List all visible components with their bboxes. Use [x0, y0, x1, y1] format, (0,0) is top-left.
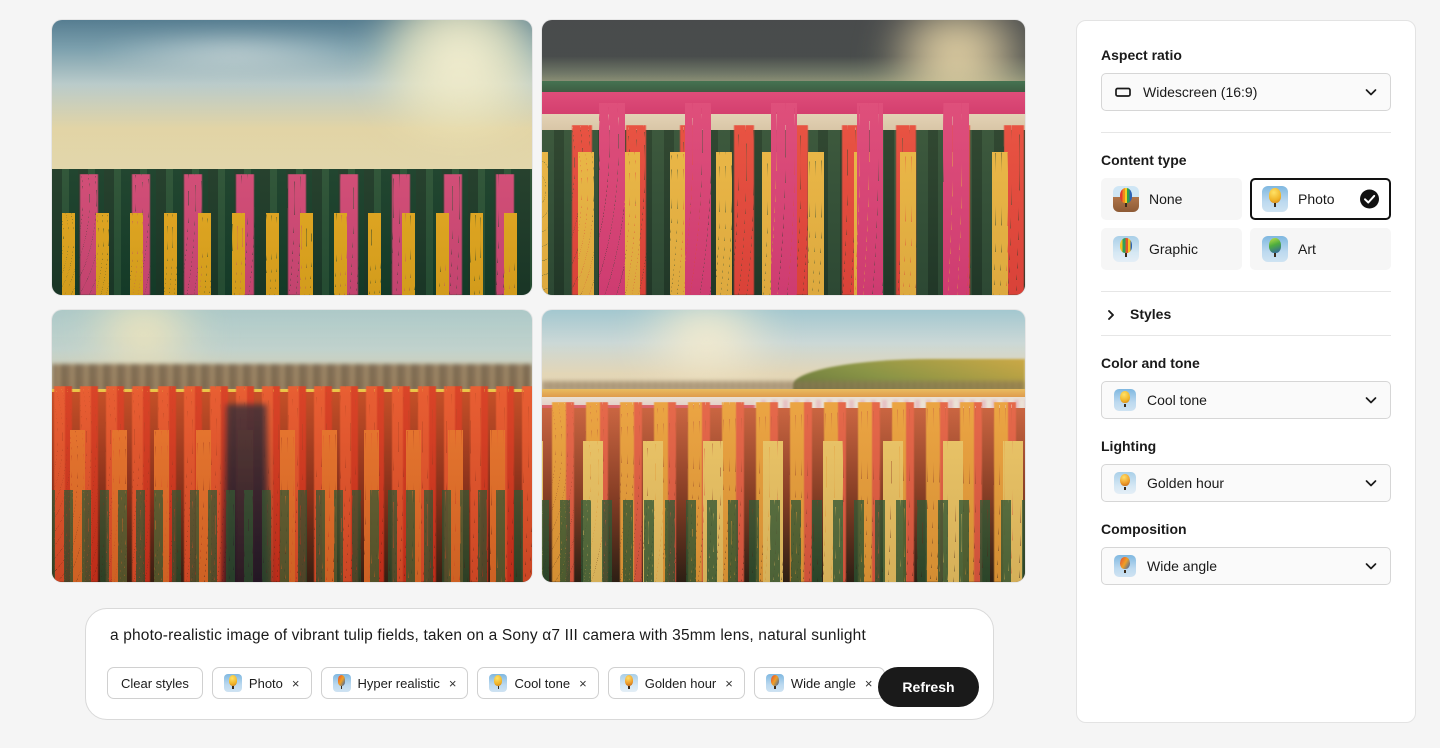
balloon-golden-hour-icon — [619, 674, 638, 692]
result-image-3-art — [52, 310, 532, 582]
result-image-4-art — [542, 310, 1025, 582]
color-and-tone-title: Color and tone — [1101, 355, 1200, 371]
chevron-right-icon — [1105, 308, 1117, 320]
content-type-option-graphic[interactable]: Graphic — [1101, 228, 1242, 270]
lighting-select[interactable]: Golden hour — [1101, 464, 1391, 502]
balloon-golden-hour-icon — [1114, 472, 1136, 494]
clear-styles-button[interactable]: Clear styles — [107, 667, 203, 699]
chevron-down-icon — [1364, 476, 1378, 490]
balloon-graphic-icon — [1113, 236, 1139, 262]
lighting-title: Lighting — [1101, 438, 1157, 454]
prompt-input[interactable]: a photo-realistic image of vibrant tulip… — [110, 627, 866, 645]
remove-style-photo-icon[interactable]: × — [292, 677, 300, 690]
aspect-ratio-value: Widescreen (16:9) — [1143, 84, 1258, 100]
content-type-option-none-label: None — [1149, 191, 1183, 207]
balloon-hyper-realistic-icon — [332, 674, 351, 692]
check-circle-icon — [1360, 189, 1379, 209]
lighting-group: Lighting Golden hour — [1101, 438, 1391, 502]
content-type-option-graphic-label: Graphic — [1149, 241, 1199, 257]
settings-sidebar: Aspect ratio Widescreen (16:9) Content t… — [1076, 20, 1416, 723]
remove-style-wide-angle-icon[interactable]: × — [865, 677, 873, 690]
balloon-cool-tone-icon — [489, 674, 508, 692]
content-type-option-photo[interactable]: Photo — [1250, 178, 1391, 220]
balloon-wide-angle-icon — [765, 674, 784, 692]
style-chip-photo[interactable]: Photo × — [211, 667, 312, 699]
clear-styles-label: Clear styles — [121, 675, 189, 691]
color-and-tone-value: Cool tone — [1147, 392, 1207, 408]
style-chip-cool-tone[interactable]: Cool tone × — [477, 667, 599, 699]
style-chip-photo-label: Photo — [248, 675, 283, 691]
content-type-option-art[interactable]: Art — [1250, 228, 1391, 270]
aspect-ratio-title: Aspect ratio — [1101, 47, 1182, 63]
color-and-tone-select[interactable]: Cool tone — [1101, 381, 1391, 419]
widescreen-rectangle-icon — [1114, 83, 1132, 101]
composition-group: Composition Wide angle — [1101, 521, 1391, 585]
styles-label: Styles — [1130, 306, 1172, 322]
content-type-option-photo-label: Photo — [1298, 191, 1335, 207]
content-type-option-art-label: Art — [1298, 241, 1316, 257]
result-image-4[interactable] — [542, 310, 1025, 582]
style-chip-hyper-realistic[interactable]: Hyper realistic × — [320, 667, 469, 699]
style-chip-hyper-realistic-label: Hyper realistic — [357, 675, 440, 691]
styles-expander[interactable]: Styles — [1101, 292, 1391, 335]
image-generation-page: a photo-realistic image of vibrant tulip… — [0, 0, 1440, 748]
content-type-option-none[interactable]: None — [1101, 178, 1242, 220]
balloon-wide-angle-icon — [1114, 555, 1136, 577]
result-image-2-art — [542, 20, 1025, 295]
composition-title: Composition — [1101, 521, 1187, 537]
balloon-art-icon — [1262, 236, 1288, 262]
balloon-cool-tone-icon — [1114, 389, 1136, 411]
lighting-value: Golden hour — [1147, 475, 1225, 491]
chevron-down-icon — [1364, 393, 1378, 407]
balloon-photo-icon — [223, 674, 242, 692]
content-type-group: None Photo Graphic Art — [1101, 178, 1391, 270]
composition-value: Wide angle — [1147, 558, 1218, 574]
style-chip-cool-tone-label: Cool tone — [514, 675, 571, 691]
divider-1 — [1101, 132, 1391, 133]
aspect-ratio-select[interactable]: Widescreen (16:9) — [1101, 73, 1391, 111]
result-image-3[interactable] — [52, 310, 532, 582]
remove-style-cool-tone-icon[interactable]: × — [579, 677, 587, 690]
chevron-down-icon — [1364, 85, 1378, 99]
prompt-card: a photo-realistic image of vibrant tulip… — [85, 608, 994, 720]
style-chip-wide-angle[interactable]: Wide angle × — [753, 667, 885, 699]
refresh-button[interactable]: Refresh — [878, 667, 979, 707]
composition-select[interactable]: Wide angle — [1101, 547, 1391, 585]
remove-style-hyper-realistic-icon[interactable]: × — [449, 677, 457, 690]
result-image-1[interactable] — [52, 20, 532, 295]
style-chip-golden-hour[interactable]: Golden hour × — [607, 667, 745, 699]
divider-3 — [1101, 335, 1391, 336]
color-and-tone-group: Color and tone Cool tone — [1101, 355, 1391, 419]
chevron-down-icon — [1364, 559, 1378, 573]
result-image-1-art — [52, 20, 532, 295]
balloon-photo-icon — [1262, 186, 1288, 212]
style-chip-golden-hour-label: Golden hour — [644, 675, 717, 691]
content-type-title: Content type — [1101, 152, 1187, 168]
remove-style-golden-hour-icon[interactable]: × — [725, 677, 733, 690]
style-chip-wide-angle-label: Wide angle — [790, 675, 856, 691]
results-grid — [52, 20, 1025, 582]
balloon-none-icon — [1113, 186, 1139, 212]
result-image-2[interactable] — [542, 20, 1025, 295]
style-chip-list: Clear styles Photo × Hyper realistic × C… — [107, 667, 885, 699]
